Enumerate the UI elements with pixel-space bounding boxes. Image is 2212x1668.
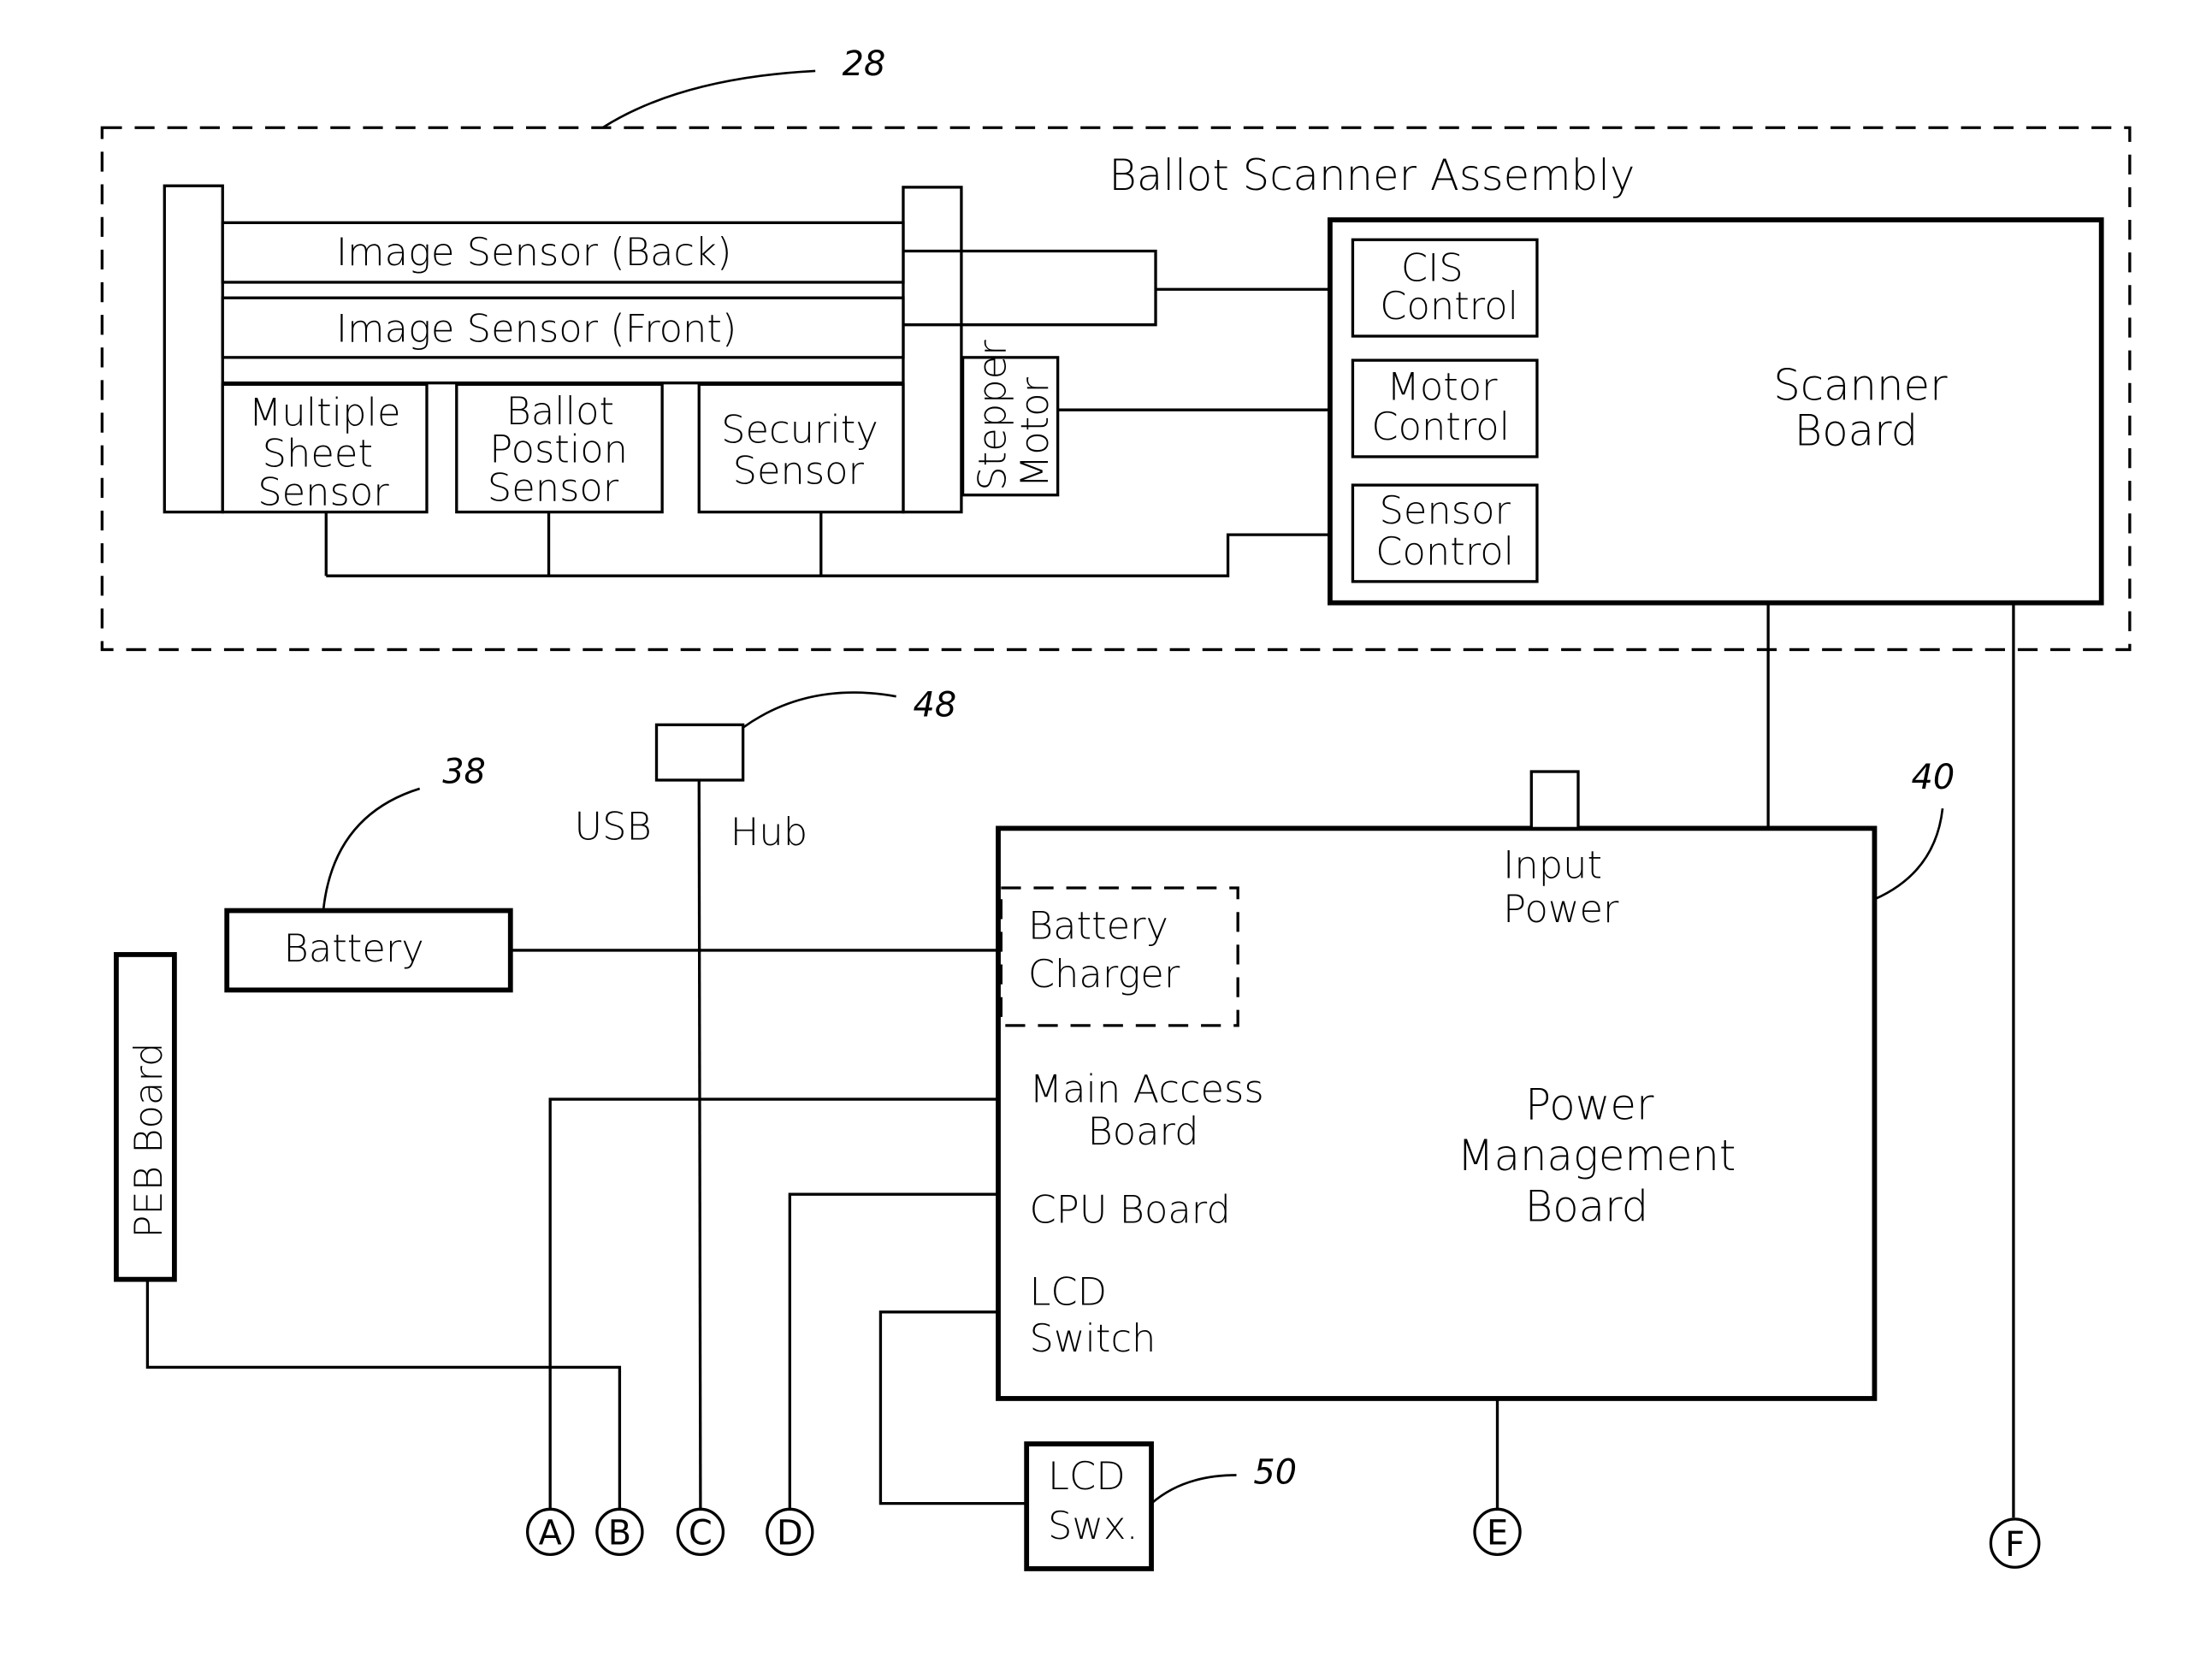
- connector-b: B: [595, 1507, 644, 1557]
- usb-hub-label-usb: USB: [574, 804, 651, 849]
- connector-a: A: [526, 1507, 575, 1557]
- scanner-board-label-1: Scanner: [1773, 361, 1948, 411]
- multiple-sheet-sensor-label-1: Multiple: [249, 389, 401, 435]
- image-sensor-front-label: Image Sensor (Front): [336, 306, 736, 352]
- sensor-bus: [326, 533, 1353, 577]
- ref-numeral-38: 38: [442, 752, 486, 791]
- usb-hub-label-hub: Hub: [730, 809, 807, 855]
- cis-control-label-2: Control: [1380, 283, 1518, 328]
- connector-f: F: [1989, 1517, 2041, 1569]
- connector-f-label: F: [2005, 1525, 2025, 1564]
- leader-line-38: [322, 787, 421, 911]
- input-power-label-1: Input: [1503, 842, 1602, 887]
- ballot-position-sensor-label-3: Sensor: [488, 464, 619, 510]
- cpu-to-d-link: [788, 1192, 999, 1510]
- left-rail: [163, 184, 224, 514]
- input-power-connector: [1529, 770, 1580, 831]
- connector-c: C: [676, 1507, 725, 1557]
- main-access-board-label-1: Main Access: [1029, 1066, 1263, 1111]
- ref-numeral-48: 48: [914, 685, 957, 725]
- right-rail: [902, 186, 963, 514]
- connector-c-label: C: [689, 1514, 713, 1553]
- cpu-board-label: CPU Board: [1029, 1186, 1230, 1232]
- security-sensor-label-2: Sensor: [733, 447, 865, 493]
- connector-e: E: [1473, 1507, 1522, 1557]
- connector-e-label: E: [1487, 1514, 1508, 1553]
- stepper-motor-label-1: Stepper: [969, 340, 1014, 491]
- motor-control-label-1: Motor: [1387, 364, 1498, 410]
- power-management-label-1: Power: [1525, 1079, 1654, 1129]
- main-access-to-a-link: [548, 1097, 999, 1510]
- lcd-swx-label-1: LCD: [1048, 1453, 1126, 1499]
- main-access-board-label-2: Board: [1087, 1109, 1198, 1154]
- lcd-switch-label-2: Switch: [1029, 1316, 1156, 1361]
- power-management-label-3: Board: [1525, 1182, 1649, 1232]
- security-sensor-label-1: Security: [721, 406, 878, 452]
- leader-line-28: [601, 69, 816, 129]
- connector-b-label: B: [608, 1514, 631, 1553]
- sensor-control-label-2: Control: [1375, 529, 1514, 574]
- scanner-assembly-title: Ballot Scanner Assembly: [1109, 151, 1635, 200]
- battery-label: Battery: [284, 926, 424, 971]
- ref-numeral-28: 28: [843, 44, 886, 84]
- usb-hub: [654, 723, 745, 782]
- sensor-control-label-1: Sensor: [1379, 488, 1511, 533]
- battery-charger-label-1: Battery: [1028, 903, 1168, 949]
- lcd-swx-label-2: Swx.: [1048, 1503, 1139, 1548]
- power-management-label-2: Management: [1458, 1131, 1736, 1180]
- leader-line-48: [742, 691, 896, 729]
- ref-numeral-50: 50: [1253, 1452, 1297, 1492]
- leader-line-40: [1873, 808, 1944, 901]
- input-power-label-2: Power: [1503, 886, 1619, 932]
- usb-hub-to-c-link: [697, 779, 702, 1510]
- connector-a-label: A: [539, 1514, 562, 1553]
- multiple-sheet-sensor-label-3: Sensor: [257, 469, 389, 514]
- ref-numeral-40: 40: [1912, 758, 1955, 797]
- scanner-board-label-2: Board: [1795, 406, 1919, 456]
- peb-board-label: PEB Board: [126, 1043, 171, 1239]
- motor-control-label-2: Control: [1371, 404, 1510, 449]
- connector-d: D: [766, 1507, 814, 1557]
- battery-charger-label-2: Charger: [1028, 951, 1180, 997]
- image-sensor-back-label: Image Sensor (Back): [336, 229, 732, 275]
- lcd-switch-label-1: LCD: [1029, 1269, 1107, 1315]
- leader-line-50: [1150, 1474, 1237, 1505]
- block-diagram: 28 Ballot Scanner Assembly Image Sensor …: [100, 44, 2132, 1571]
- connector-d-label: D: [777, 1514, 803, 1553]
- stepper-motor-label-2: Motor: [1012, 376, 1057, 488]
